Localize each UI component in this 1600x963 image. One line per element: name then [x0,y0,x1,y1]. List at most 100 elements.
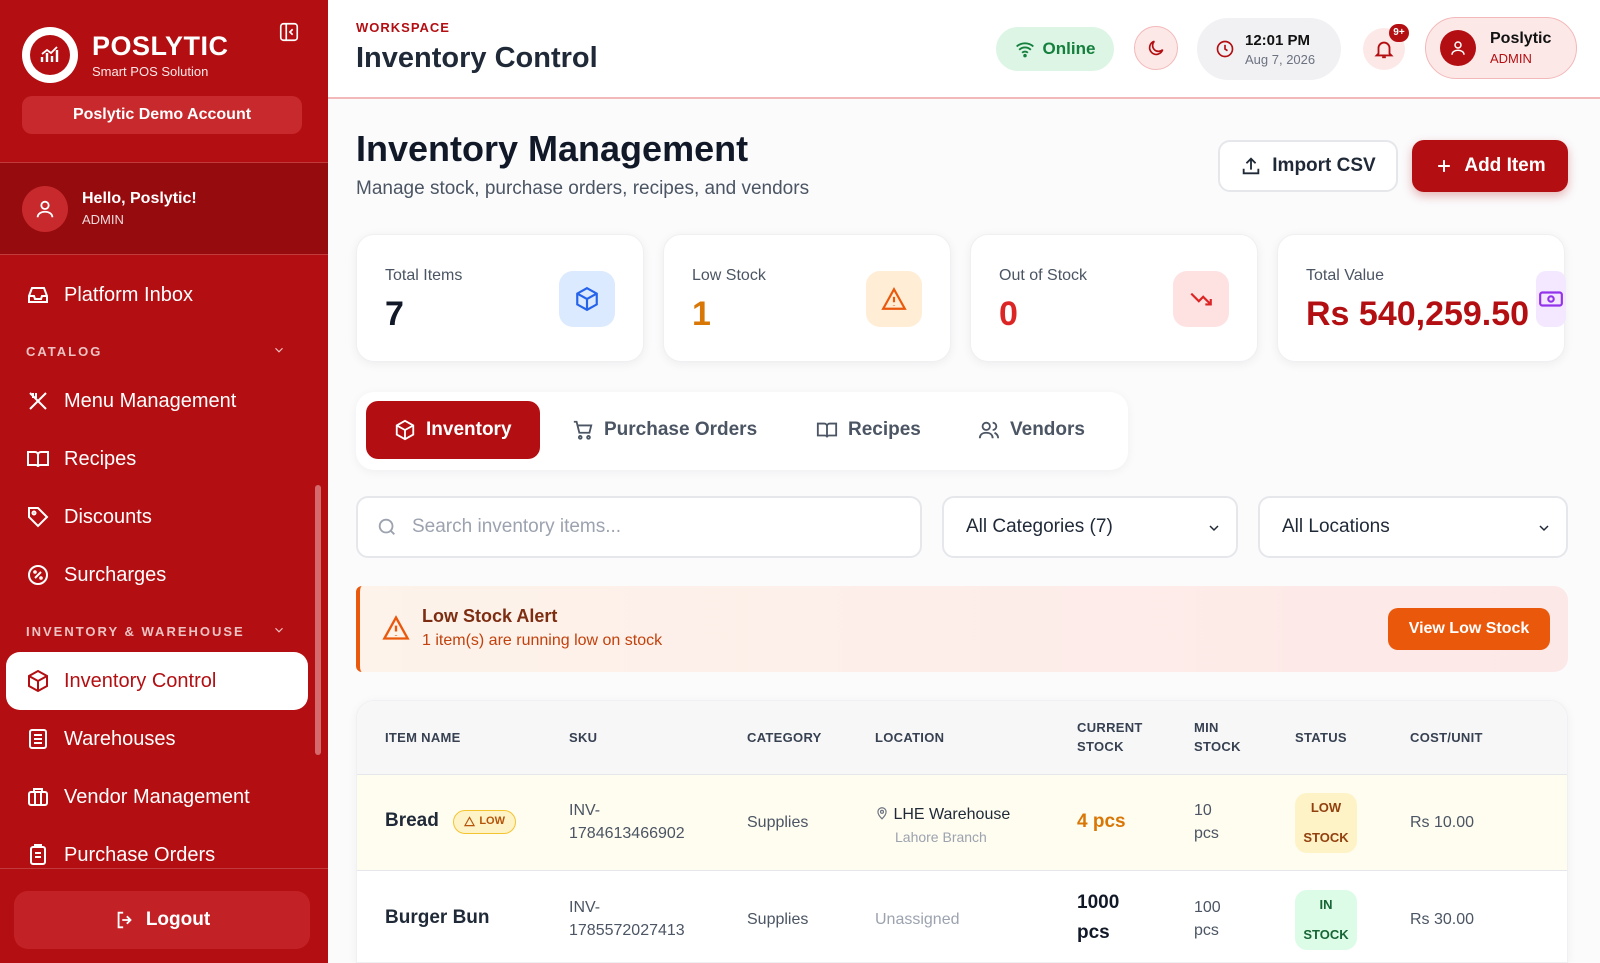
account-switcher[interactable]: Poslytic Demo Account [22,96,302,134]
table-row[interactable]: Burger Bun INV- 1785572027413 Supplies U… [357,872,1567,962]
chevron-down-icon [1539,525,1549,532]
inbox-icon [28,287,48,303]
stat-card-low-stock: Low Stock 1 [663,234,951,362]
clock-date: Aug 7, 2026 [1245,51,1316,67]
category-cell: Supplies [747,911,809,928]
trending-down-icon [1173,271,1229,327]
tab-recipes[interactable]: Recipes [816,401,921,459]
package-icon [28,669,48,693]
tab-purchase-orders[interactable]: Purchase Orders [572,401,757,459]
profile-menu[interactable]: Poslytic ADMIN [1425,17,1577,79]
location-select[interactable]: All Locations [1258,496,1568,558]
moon-icon [1148,40,1164,56]
alert-title: Low Stock Alert [422,606,558,626]
inventory-tabs: Inventory Purchase Orders Recipes Vendor… [356,392,1128,470]
view-low-stock-button[interactable]: View Low Stock [1388,608,1550,650]
column-header-item-name[interactable]: ITEM NAME [385,728,461,747]
map-pin-icon [877,807,887,820]
stat-label: Total Items [385,267,463,284]
status-line: LOW [1295,793,1357,823]
search-input[interactable] [412,516,892,538]
sidebar-item-inventory-control[interactable]: Inventory Control [6,652,308,710]
logout-button[interactable]: Logout [14,891,310,949]
online-status-label: Online [1042,39,1096,58]
sidebar-item-surcharges[interactable]: Surcharges [6,546,308,604]
warning-icon [464,816,476,827]
sidebar-item-discounts[interactable]: Discounts [6,488,308,546]
cost-cell: Rs 30.00 [1410,911,1475,928]
add-item-label: Add Item [1464,155,1546,176]
book-open-icon [816,422,838,438]
warehouse-icon [29,729,47,749]
sidebar-item-platform-inbox[interactable]: Platform Inbox [6,266,308,324]
dark-mode-toggle[interactable] [1134,26,1178,70]
sidebar-collapse-icon[interactable] [278,21,300,43]
section-catalog-label: CATALOG [26,344,103,359]
item-name-cell: Bread LOW [385,809,516,834]
column-header-sku[interactable]: SKU [569,728,597,747]
tab-vendors[interactable]: Vendors [978,401,1085,459]
avatar [22,185,68,232]
add-item-button[interactable]: Add Item [1412,140,1568,192]
section-inventory-label: INVENTORY & WAREHOUSE [26,624,245,639]
online-status-badge: Online [996,27,1114,71]
stat-value: 1 [692,295,711,333]
column-header-cost-unit[interactable]: COST/UNIT [1410,728,1483,747]
logout-icon [117,911,132,929]
sidebar-item-label: Purchase Orders [64,843,216,866]
category-cell: Supplies [747,814,809,831]
location-select-value: All Locations [1282,516,1390,537]
status-line: IN [1295,890,1357,920]
user-greeting: Hello, Poslytic! [82,190,197,207]
min-stock-line: 100 [1194,899,1221,916]
alert-text: 1 item(s) are running low on stock [422,632,663,649]
sku-line: INV- [569,802,601,819]
sidebar-item-recipes[interactable]: Recipes [6,430,308,488]
column-header-min-stock[interactable]: MIN STOCK [1194,718,1241,756]
min-stock-line: pcs [1194,825,1219,842]
location-line: LHE Warehouse [875,803,1010,826]
current-stock-cell: 4 pcs [1077,811,1126,832]
location-name: LHE Warehouse [893,806,1011,823]
min-stock-cell: 100 pcs [1194,896,1221,942]
item-name: Burger Bun [385,907,490,928]
stat-card-out-of-stock: Out of Stock 0 [970,234,1258,362]
sidebar-item-vendor-management[interactable]: Vendor Management [6,768,308,826]
sidebar-item-warehouses[interactable]: Warehouses [6,710,308,768]
avatar [1440,30,1476,66]
table-row[interactable]: Bread LOW INV- 1784613466902 Supplies LH… [357,775,1567,871]
tab-inventory[interactable]: Inventory [366,401,540,459]
column-header-current-stock[interactable]: CURRENT STOCK [1077,718,1143,756]
sidebar-item-menu-management[interactable]: Menu Management [6,372,308,430]
clipboard-icon [30,844,46,865]
top-header: WORKSPACE Inventory Control Online 12:01… [328,0,1600,99]
clock-icon [1216,40,1234,58]
column-header-status[interactable]: STATUS [1295,728,1347,747]
section-catalog[interactable]: CATALOG [26,344,286,359]
sidebar-item-label: Platform Inbox [64,283,193,306]
item-name: Bread [385,810,439,831]
cart-icon [573,420,593,440]
header-line: STOCK [1194,739,1241,754]
column-header-category[interactable]: CATEGORY [747,728,822,747]
sku-cell: INV- 1785572027413 [569,896,685,942]
stock-line: pcs [1077,922,1110,943]
import-csv-button[interactable]: Import CSV [1218,140,1398,192]
page-subtitle: Manage stock, purchase orders, recipes, … [356,178,810,199]
inventory-table: ITEM NAME SKU CATEGORY LOCATION CURRENT … [356,700,1568,963]
sidebar-item-label: Warehouses [64,727,176,750]
tab-label: Purchase Orders [604,419,758,440]
sku-line: INV- [569,899,601,916]
section-inventory-warehouse[interactable]: INVENTORY & WAREHOUSE [26,624,286,639]
brand-name: POSLYTIC [92,31,229,61]
package-icon [395,419,415,441]
stat-label: Low Stock [692,267,766,284]
category-select[interactable]: All Categories (7) [942,496,1238,558]
sidebar-item-label: Inventory Control [64,669,217,692]
location-cell: Unassigned [875,911,960,928]
location-cell: LHE Warehouse Lahore Branch [875,803,1010,849]
column-header-location[interactable]: LOCATION [875,728,944,747]
stat-value: 7 [385,295,404,333]
sidebar-scrollbar[interactable] [315,485,321,755]
import-csv-label: Import CSV [1272,155,1376,176]
